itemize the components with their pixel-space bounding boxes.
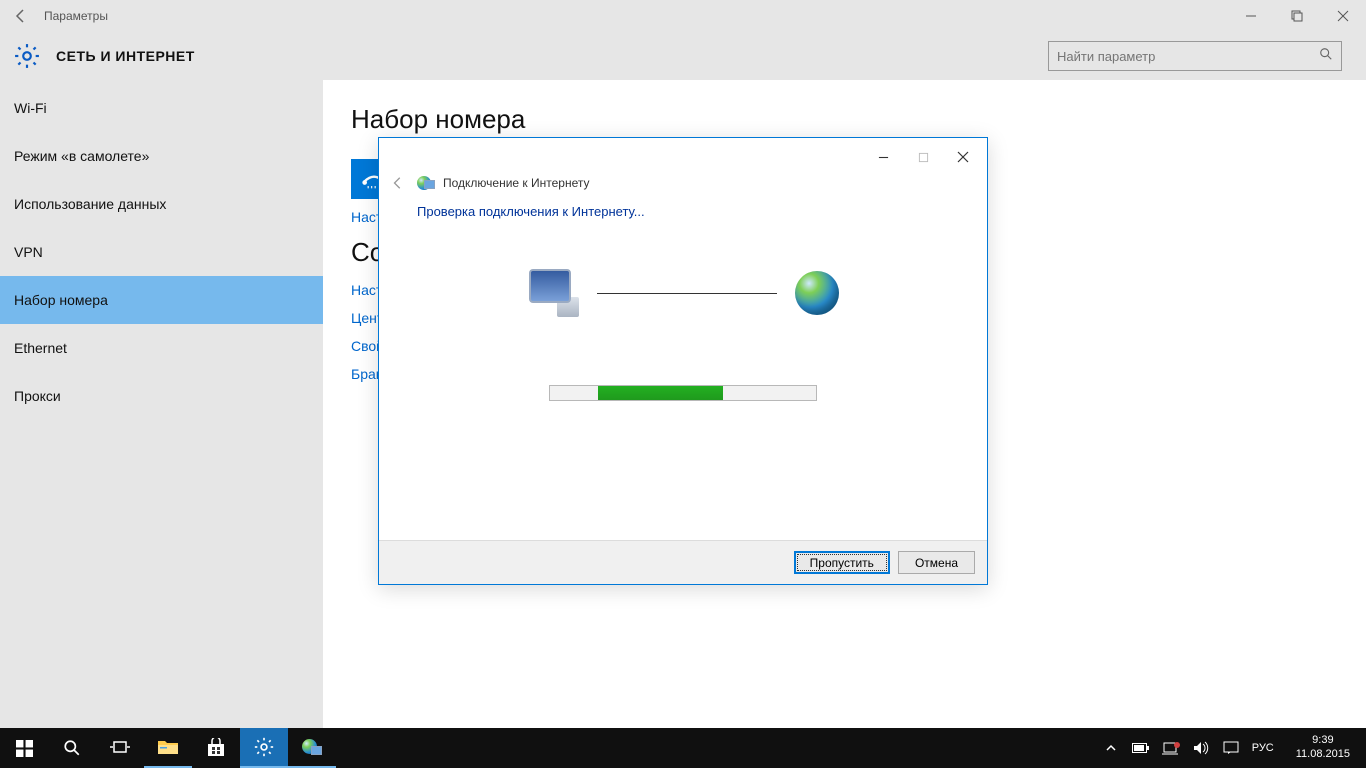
arrow-left-icon bbox=[391, 176, 405, 190]
sidebar-item-wifi[interactable]: Wi-Fi bbox=[0, 84, 323, 132]
sidebar: Wi-Fi Режим «в самолете» Использование д… bbox=[0, 80, 323, 728]
task-view-icon bbox=[110, 740, 130, 756]
input-language[interactable]: РУС bbox=[1252, 742, 1274, 754]
task-view-button[interactable] bbox=[96, 728, 144, 768]
dialog-maximize-button bbox=[903, 144, 943, 170]
folder-icon bbox=[157, 738, 179, 756]
dialog-footer: Пропустить Отмена bbox=[379, 540, 987, 584]
dialog-close-button[interactable] bbox=[943, 144, 983, 170]
search-input[interactable] bbox=[1057, 49, 1319, 64]
connection-line bbox=[597, 293, 777, 294]
maximize-button[interactable] bbox=[1274, 0, 1320, 32]
taskbar-app-network-wizard[interactable] bbox=[288, 728, 336, 768]
system-tray: РУС 9:39 11.08.2015 bbox=[1096, 734, 1366, 762]
internet-connection-dialog: Подключение к Интернету Проверка подключ… bbox=[378, 137, 988, 585]
tray-overflow-button[interactable] bbox=[1102, 739, 1120, 757]
taskbar: РУС 9:39 11.08.2015 bbox=[0, 728, 1366, 768]
minimize-button[interactable] bbox=[1228, 0, 1274, 32]
close-button[interactable] bbox=[1320, 0, 1366, 32]
arrow-left-icon bbox=[13, 8, 29, 24]
sidebar-item-airplane[interactable]: Режим «в самолете» bbox=[0, 132, 323, 180]
sidebar-item-dialup[interactable]: Набор номера bbox=[0, 276, 323, 324]
page-heading: Набор номера bbox=[351, 104, 1338, 135]
search-button[interactable] bbox=[48, 728, 96, 768]
taskbar-app-explorer[interactable] bbox=[144, 728, 192, 768]
gear-icon bbox=[254, 737, 274, 757]
gear-icon bbox=[12, 41, 42, 71]
progress-bar bbox=[549, 385, 817, 401]
store-icon bbox=[206, 738, 226, 758]
connection-diagram bbox=[417, 263, 949, 323]
sidebar-item-data-usage[interactable]: Использование данных bbox=[0, 180, 323, 228]
start-button[interactable] bbox=[0, 728, 48, 768]
app-title: Параметры bbox=[44, 9, 108, 23]
sidebar-item-proxy[interactable]: Прокси bbox=[0, 372, 323, 420]
sidebar-item-ethernet[interactable]: Ethernet bbox=[0, 324, 323, 372]
clock[interactable]: 9:39 11.08.2015 bbox=[1286, 734, 1360, 762]
back-button[interactable] bbox=[10, 5, 32, 27]
section-title: СЕТЬ И ИНТЕРНЕТ bbox=[56, 48, 195, 64]
search-box[interactable] bbox=[1048, 41, 1342, 71]
network-globe-icon bbox=[302, 737, 322, 757]
titlebar: Параметры bbox=[0, 0, 1366, 32]
dialog-title: Подключение к Интернету bbox=[443, 176, 590, 190]
battery-icon[interactable] bbox=[1132, 739, 1150, 757]
globe-icon bbox=[795, 271, 839, 315]
windows-icon bbox=[16, 740, 33, 757]
dialog-minimize-button[interactable] bbox=[863, 144, 903, 170]
skip-button[interactable]: Пропустить bbox=[794, 551, 890, 574]
window-controls bbox=[1228, 0, 1366, 32]
clock-date: 11.08.2015 bbox=[1296, 748, 1350, 762]
section-header: СЕТЬ И ИНТЕРНЕТ bbox=[0, 32, 1366, 80]
taskbar-app-store[interactable] bbox=[192, 728, 240, 768]
dialog-back-button[interactable] bbox=[389, 174, 407, 192]
dialog-header: Подключение к Интернету bbox=[379, 170, 987, 196]
computer-icon bbox=[527, 269, 579, 317]
clock-time: 9:39 bbox=[1296, 734, 1350, 748]
search-icon bbox=[63, 739, 81, 757]
notifications-icon[interactable] bbox=[1222, 739, 1240, 757]
taskbar-app-settings[interactable] bbox=[240, 728, 288, 768]
volume-icon[interactable] bbox=[1192, 739, 1210, 757]
network-globe-icon bbox=[417, 174, 435, 192]
search-icon bbox=[1319, 47, 1333, 66]
network-icon[interactable] bbox=[1162, 739, 1180, 757]
dialog-message: Проверка подключения к Интернету... bbox=[417, 204, 949, 219]
cancel-button[interactable]: Отмена bbox=[898, 551, 975, 574]
sidebar-item-vpn[interactable]: VPN bbox=[0, 228, 323, 276]
dialog-titlebar bbox=[379, 138, 987, 170]
